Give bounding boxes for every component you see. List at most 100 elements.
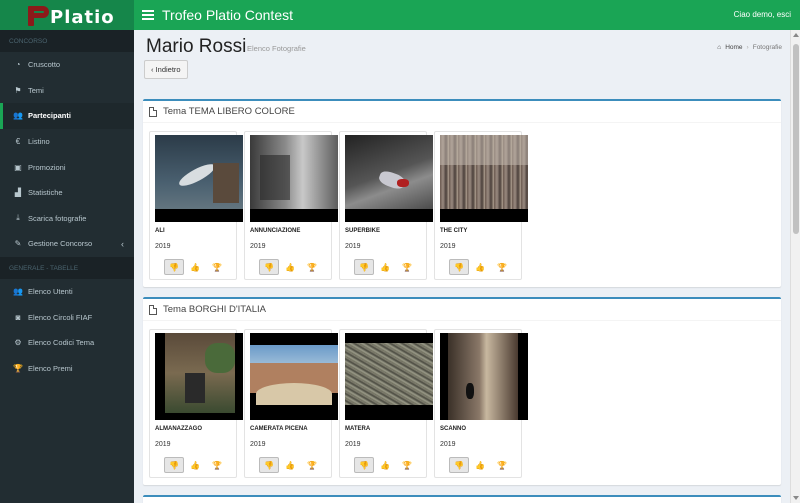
trophy-icon: 🏆 [13, 363, 23, 373]
photo-card: THE CITY 2019 👎 👍 🏆 [434, 131, 528, 280]
thumbs-up-button[interactable]: 👍 [469, 259, 491, 275]
trophy-button[interactable]: 🏆 [206, 457, 228, 473]
photo-card: MATERA 2019 👎 👍 🏆 [339, 329, 433, 478]
photo-thumbnail[interactable] [250, 135, 338, 222]
sidebar-item-listino[interactable]: € Listino [0, 129, 134, 155]
sidebar-section-concorso: CONCORSO [0, 30, 134, 52]
thumbs-down-button[interactable]: 👎 [259, 259, 279, 275]
sidebar-item-label: Scarica fotografie [28, 213, 87, 223]
sidebar-item-label: Elenco Utenti [28, 287, 73, 297]
thumbs-up-button[interactable]: 👍 [374, 457, 396, 473]
trophy-button[interactable]: 🏆 [396, 259, 418, 275]
photo-card: SUPERBIKE 2019 👎 👍 🏆 [339, 131, 433, 280]
photo-thumbnail[interactable] [440, 333, 528, 420]
sidebar-item-cruscotto[interactable]: ◔ Cruscotto [0, 52, 134, 78]
thumbs-up-button[interactable]: 👍 [184, 259, 206, 275]
sidebar-item-promozioni[interactable]: ▣ Promozioni [0, 154, 134, 180]
thumbs-up-button[interactable]: 👍 [279, 259, 301, 275]
logo[interactable]: Platio [0, 0, 134, 30]
photo-thumbnail[interactable] [155, 135, 243, 222]
sidebar-item-elenco-codici-tema[interactable]: ⚙ Elenco Codici Tema [0, 330, 134, 356]
photo-card: ANNUNCIAZIONE 2019 👎 👍 🏆 [244, 131, 338, 280]
breadcrumb-home[interactable]: Home [725, 44, 742, 51]
sidebar-item-gestione-concorso[interactable]: ✎ Gestione Concorso ‹ [0, 231, 134, 257]
top-navbar: Platio Trofeo Platio Contest Ciao demo, … [0, 0, 800, 30]
sidebar-item-elenco-circoli[interactable]: ◙ Elenco Circoli FIAF [0, 304, 134, 330]
document-icon [149, 304, 157, 315]
trophy-button[interactable]: 🏆 [491, 457, 513, 473]
theme-box-next [143, 495, 781, 503]
thumbs-down-button[interactable]: 👎 [354, 457, 374, 473]
photo-year: 2019 [250, 243, 266, 250]
photo-card: ALMANAZZAGO 2019 👎 👍 🏆 [149, 329, 243, 478]
sidebar-item-label: Temi [28, 85, 44, 95]
photo-thumbnail[interactable] [345, 333, 433, 420]
scroll-up-arrow-icon[interactable] [793, 33, 799, 37]
trophy-button[interactable]: 🏆 [396, 457, 418, 473]
photo-card: ALI 2019 👎 👍 🏆 [149, 131, 243, 280]
vertical-scrollbar[interactable] [790, 30, 800, 503]
photo-year: 2019 [155, 243, 171, 250]
sidebar-item-label: Gestione Concorso [28, 239, 93, 249]
sidebar-item-partecipanti[interactable]: 👥 Partecipanti [0, 103, 134, 129]
scrollbar-thumb[interactable] [793, 44, 799, 234]
euro-icon: € [15, 137, 21, 147]
flag-icon: ⚑ [14, 85, 22, 95]
photo-year: 2019 [440, 441, 456, 448]
photo-card: SCANNO 2019 👎 👍 🏆 [434, 329, 528, 478]
trophy-button[interactable]: 🏆 [301, 457, 323, 473]
thumbs-down-button[interactable]: 👎 [449, 259, 469, 275]
thumbs-up-button[interactable]: 👍 [184, 457, 206, 473]
photo-name: THE CITY [440, 228, 468, 234]
photo-year: 2019 [345, 243, 361, 250]
sidebar-item-statistiche[interactable]: ▟ Statistiche [0, 180, 134, 206]
menu-toggle-icon[interactable] [142, 10, 154, 20]
sidebar-item-label: Promozioni [28, 162, 66, 172]
sidebar-item-label: Partecipanti [28, 111, 71, 121]
photo-year: 2019 [155, 441, 171, 448]
chevron-left-icon: ‹ [121, 238, 124, 249]
photo-thumbnail[interactable] [250, 333, 338, 420]
photo-year: 2019 [440, 243, 456, 250]
sidebar-item-temi[interactable]: ⚑ Temi [0, 78, 134, 104]
sidebar-item-scarica-fotografie[interactable]: ⤓ Scarica fotografie [0, 206, 134, 232]
user-logout-link[interactable]: Ciao demo, esci [734, 10, 791, 19]
sidebar-item-elenco-utenti[interactable]: 👥 Elenco Utenti [0, 279, 134, 305]
thumbs-down-button[interactable]: 👎 [164, 457, 184, 473]
photo-thumbnail[interactable] [345, 135, 433, 222]
chart-icon: ▟ [14, 188, 22, 198]
photo-year: 2019 [345, 441, 361, 448]
breadcrumb-separator: › [746, 44, 749, 51]
theme-box-libero-colore: Tema TEMA LIBERO COLORE ALI 2019 👎 👍 🏆 A… [143, 99, 781, 287]
sidebar: CONCORSO ◔ Cruscotto ⚑ Temi 👥 Partecipan… [0, 30, 134, 503]
scroll-down-arrow-icon[interactable] [793, 496, 799, 500]
sidebar-item-elenco-premi[interactable]: 🏆 Elenco Premi [0, 356, 134, 382]
sidebar-item-label: Elenco Circoli FIAF [28, 312, 93, 322]
photo-thumbnail[interactable] [155, 333, 243, 420]
photo-name: ALI [155, 228, 165, 234]
sidebar-item-label: Statistiche [28, 188, 63, 198]
trophy-button[interactable]: 🏆 [491, 259, 513, 275]
thumbs-up-button[interactable]: 👍 [279, 457, 301, 473]
back-button[interactable]: ‹ Indietro [144, 60, 188, 79]
photo-name: ANNUNCIAZIONE [250, 228, 301, 234]
trophy-button[interactable]: 🏆 [301, 259, 323, 275]
photo-name: SUPERBIKE [345, 228, 381, 234]
photo-thumbnail[interactable] [440, 135, 528, 222]
thumbs-down-button[interactable]: 👎 [259, 457, 279, 473]
main-content: Mario Rossi Elenco Fotografie ⌂ Home › F… [134, 30, 790, 503]
thumbs-up-button[interactable]: 👍 [374, 259, 396, 275]
thumbs-down-button[interactable]: 👎 [164, 259, 184, 275]
sidebar-section-generale: GENERALE - TABELLE [0, 256, 134, 279]
thumbs-up-button[interactable]: 👍 [469, 457, 491, 473]
trophy-button[interactable]: 🏆 [206, 259, 228, 275]
theme-box-borghi-italia: Tema BORGHI D'ITALIA ALMANAZZAGO 2019 👎 … [143, 297, 781, 485]
document-icon [149, 106, 157, 117]
theme-title-text: Tema TEMA LIBERO COLORE [163, 106, 295, 117]
sidebar-item-label: Cruscotto [28, 60, 61, 70]
thumbs-down-button[interactable]: 👎 [354, 259, 374, 275]
thumbs-down-button[interactable]: 👎 [449, 457, 469, 473]
breadcrumb: ⌂ Home › Fotografie [717, 44, 782, 51]
page-subtitle: Elenco Fotografie [247, 44, 306, 53]
photo-name: ALMANAZZAGO [155, 426, 202, 432]
